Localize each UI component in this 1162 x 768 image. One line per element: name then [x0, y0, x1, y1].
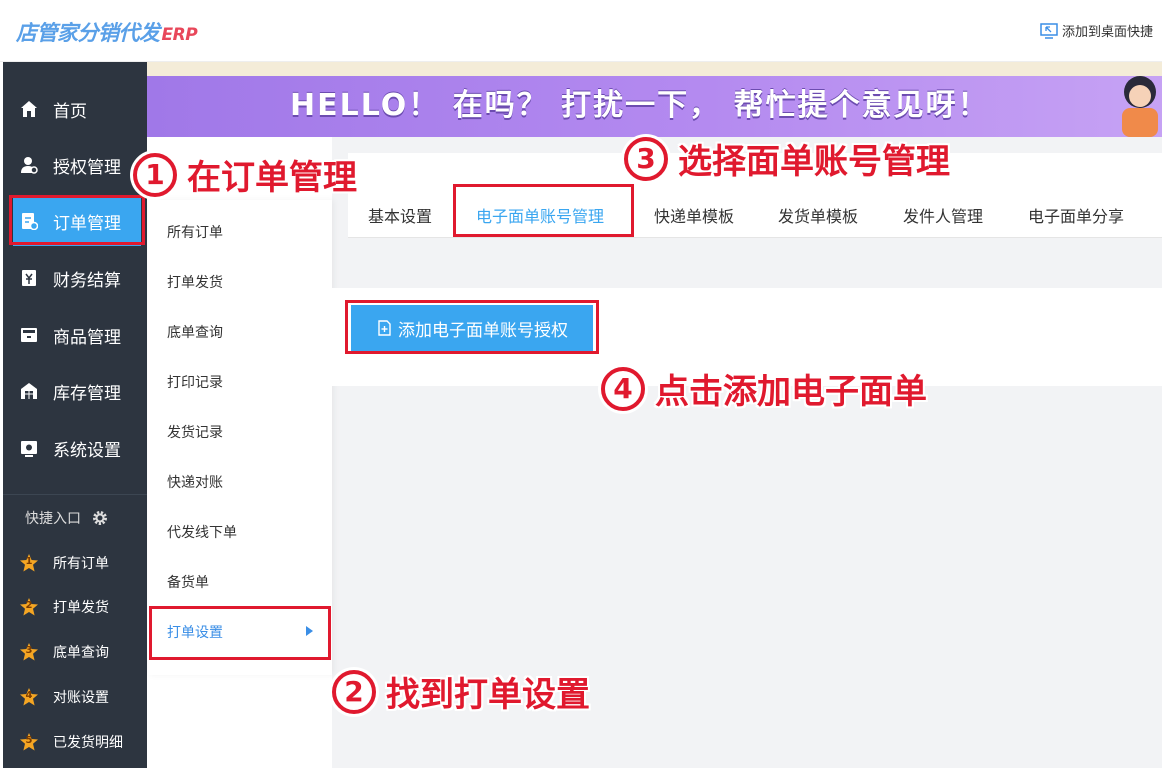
add-to-desktop-label: 添加到桌面快捷 [1062, 25, 1154, 40]
annotation-step-4: 4 点击添加电子面单 [601, 364, 927, 413]
quick-item-all-orders[interactable]: 1 所有订单 [19, 551, 109, 575]
quick-item-label: 打单发货 [53, 600, 109, 616]
sidebar-divider [3, 494, 147, 495]
app-logo[interactable]: 店管家分销代发 ERP [16, 17, 198, 47]
tabs-divider [348, 237, 1162, 238]
quick-item-shipped-details[interactable]: 5 已发货明细 [19, 730, 123, 754]
submenu-item-print-log[interactable]: 打印记录 [167, 372, 223, 392]
quick-item-reconcile-settings[interactable]: 4 对账设置 [19, 685, 109, 709]
logo-text: 店管家分销代发 [16, 21, 160, 45]
star-badge-number: 1 [25, 556, 33, 567]
quick-entry-title: 快捷入口 [25, 511, 81, 527]
sidebar-item-label: 库存管理 [53, 383, 121, 404]
submenu-item-stock-list[interactable]: 备货单 [167, 572, 209, 592]
home-icon [19, 99, 39, 119]
sidebar-item-label: 财务结算 [53, 270, 121, 291]
submenu-item-print-ship[interactable]: 打单发货 [167, 272, 223, 292]
quick-item-record-query[interactable]: 3 底单查询 [19, 640, 109, 664]
gear-icon[interactable] [91, 509, 109, 527]
sidebar: 首页 授权管理 订单管理 财务结算 商品管理 库存管理 系统设置 快捷入口 1 … [3, 62, 147, 768]
tab-delivery-template[interactable]: 发货单模板 [778, 203, 858, 227]
annotation-frame-add-button [345, 300, 599, 354]
star-badge-icon: 1 [19, 553, 39, 573]
annotation-step-1: 1 在订单管理 [133, 150, 357, 199]
quick-item-label: 底单查询 [53, 645, 109, 661]
annotation-frame-orders [9, 195, 145, 245]
sidebar-item-label: 首页 [53, 101, 87, 122]
sidebar-item-label: 商品管理 [53, 327, 121, 348]
annotation-number: 4 [601, 366, 645, 411]
quick-item-label: 对账设置 [53, 690, 109, 706]
star-badge-icon: 4 [19, 687, 39, 707]
annotation-step-3: 3 选择面单账号管理 [624, 134, 950, 183]
star-badge-number: 4 [25, 690, 33, 701]
sidebar-item-auth[interactable]: 授权管理 [3, 140, 147, 190]
top-bar: 店管家分销代发 ERP 添加到桌面快捷 [0, 0, 1162, 62]
submenu-item-express-reconcile[interactable]: 快递对账 [167, 472, 223, 492]
settings-icon [19, 438, 39, 458]
sidebar-item-finance[interactable]: 财务结算 [3, 253, 147, 303]
sidebar-item-goods[interactable]: 商品管理 [3, 310, 147, 360]
quick-item-print-ship[interactable]: 2 打单发货 [19, 595, 109, 619]
annotation-text: 点击添加电子面单 [655, 372, 927, 412]
submenu-item-offline-order[interactable]: 代发线下单 [167, 522, 237, 542]
quick-entry-header: 快捷入口 [25, 508, 109, 528]
submenu-item-record-query[interactable]: 底单查询 [167, 322, 223, 342]
annotation-number: 2 [332, 669, 376, 714]
logo-suffix: ERP [161, 25, 198, 45]
star-badge-number: 5 [25, 735, 33, 746]
annotation-number: 1 [133, 152, 177, 197]
sidebar-item-settings[interactable]: 系统设置 [3, 423, 147, 473]
feedback-banner[interactable]: HELLO！ 在吗？ 打扰一下， 帮忙提个意见呀！ [147, 62, 1162, 137]
sidebar-item-warehouse[interactable]: 库存管理 [3, 366, 147, 416]
submenu-item-all-orders[interactable]: 所有订单 [167, 222, 223, 242]
sidebar-item-label: 授权管理 [53, 157, 121, 178]
star-badge-icon: 5 [19, 732, 39, 752]
user-auth-icon [19, 155, 39, 175]
annotation-text: 选择面单账号管理 [678, 142, 950, 182]
banner-top-strip [147, 62, 1162, 76]
sidebar-item-home[interactable]: 首页 [3, 84, 147, 134]
star-badge-icon: 2 [19, 597, 39, 617]
star-badge-icon: 3 [19, 642, 39, 662]
finance-icon [19, 268, 39, 288]
banner-illustration-icon [1122, 76, 1158, 137]
star-badge-number: 3 [25, 645, 33, 656]
annotation-frame-print-settings [149, 606, 331, 660]
annotation-text: 找到打单设置 [386, 675, 590, 715]
add-to-desktop-link[interactable]: 添加到桌面快捷 [1040, 21, 1153, 40]
annotation-step-2: 2 找到打单设置 [332, 667, 590, 716]
banner-text: HELLO！ 在吗？ 打扰一下， 帮忙提个意见呀！ [290, 88, 990, 123]
tab-express-template[interactable]: 快递单模板 [654, 203, 734, 227]
star-badge-number: 2 [25, 600, 33, 611]
tab-sender-management[interactable]: 发件人管理 [903, 203, 983, 227]
quick-item-label: 已发货明细 [53, 735, 123, 751]
goods-icon [19, 325, 39, 345]
annotation-frame-waybill-tab [453, 184, 634, 237]
tab-basic-settings[interactable]: 基本设置 [368, 203, 432, 227]
annotation-text: 在订单管理 [187, 158, 357, 198]
desktop-shortcut-icon [1040, 22, 1058, 39]
warehouse-icon [19, 381, 39, 401]
order-submenu: 所有订单 打单发货 底单查询 打印记录 发货记录 快递对账 代发线下单 备货单 … [148, 200, 332, 675]
quick-item-label: 所有订单 [53, 556, 109, 572]
sidebar-item-label: 系统设置 [53, 440, 121, 461]
tab-waybill-share[interactable]: 电子面单分享 [1028, 203, 1124, 227]
annotation-number: 3 [624, 136, 668, 181]
submenu-item-ship-log[interactable]: 发货记录 [167, 422, 223, 442]
